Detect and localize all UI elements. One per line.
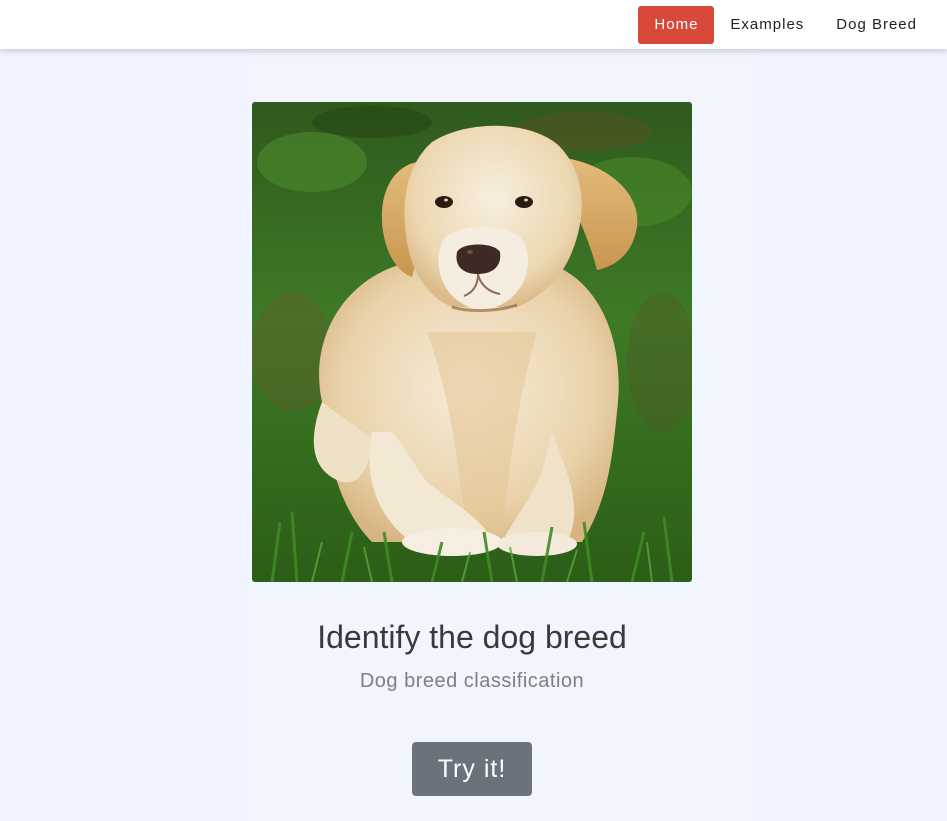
nav-home-link[interactable]: Home (638, 6, 715, 44)
top-navbar: Home Examples Dog Breed (0, 0, 947, 49)
page-subtitle: Dog breed classification (359, 670, 585, 692)
nav-examples-link[interactable]: Examples (714, 6, 820, 44)
page-title: Identify the dog breed (317, 619, 627, 655)
labrador-illustration (252, 102, 692, 582)
try-it-button[interactable]: Try it! (412, 742, 532, 796)
nav-dog-breed-link[interactable]: Dog Breed (820, 6, 933, 44)
nav-links: Home Examples Dog Breed (638, 6, 933, 44)
hero-dog-image (252, 102, 692, 582)
